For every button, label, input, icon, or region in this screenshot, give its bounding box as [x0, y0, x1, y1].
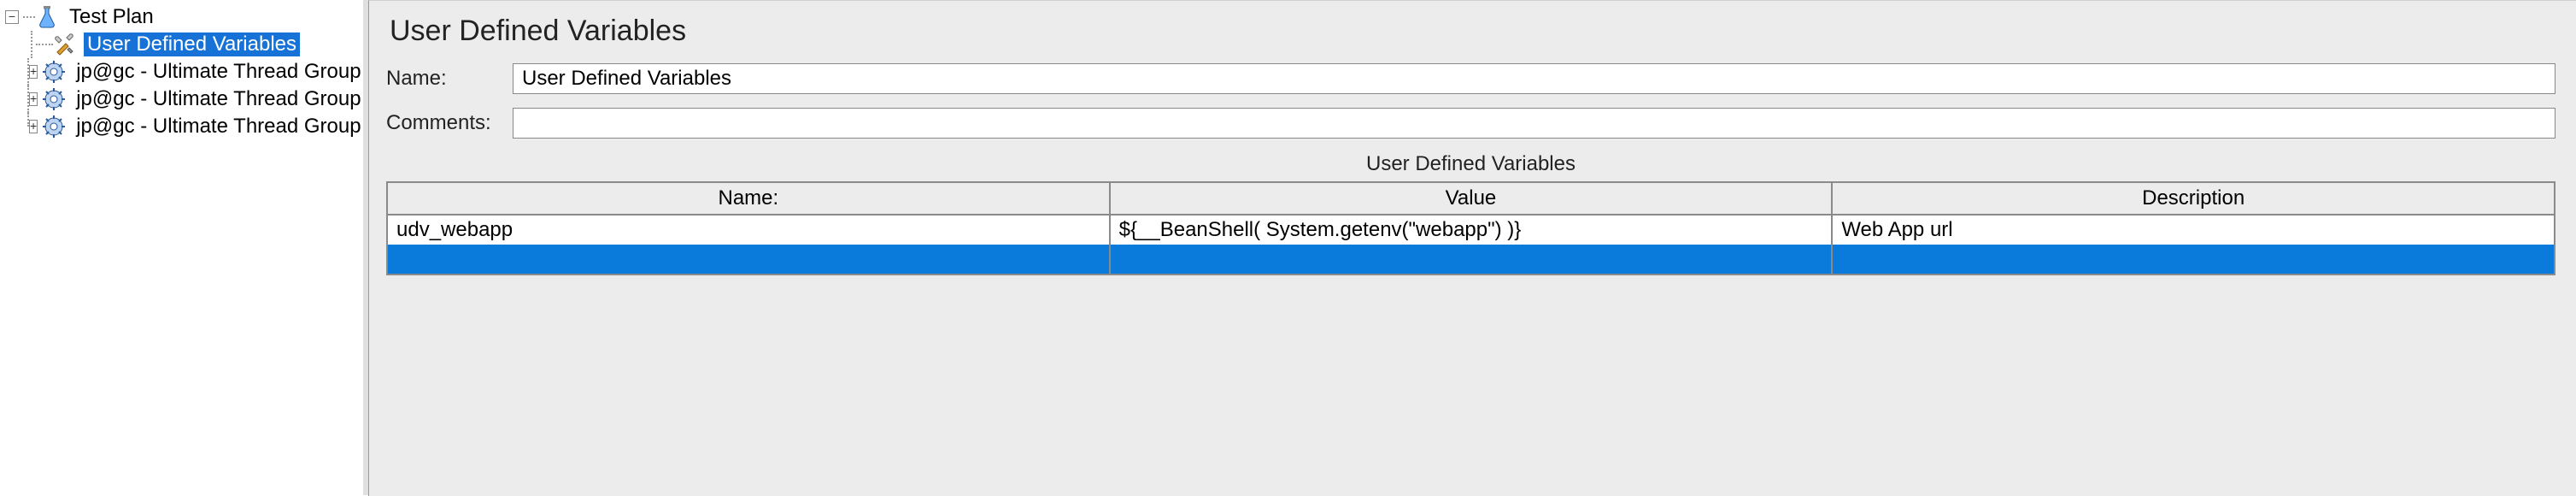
tree-row-root[interactable]: − Test Plan: [0, 3, 363, 31]
cell-description[interactable]: Web App url: [1832, 215, 2555, 245]
tools-icon: [53, 32, 77, 56]
page-title: User Defined Variables: [390, 15, 2555, 48]
tree-item-label: User Defined Variables: [84, 32, 300, 56]
expander-plus[interactable]: +: [29, 120, 38, 133]
plus-glyph: +: [30, 92, 37, 104]
name-row: Name:: [386, 63, 2555, 94]
flask-icon: [35, 5, 59, 29]
table-header-row: Name: Value Description: [387, 182, 2555, 215]
table-title: User Defined Variables: [386, 152, 2555, 176]
expander-minus[interactable]: −: [5, 10, 19, 24]
tree-item-label: jp@gc - Ultimate Thread Group: [73, 60, 364, 84]
comments-input[interactable]: [513, 108, 2555, 139]
plus-glyph: +: [30, 65, 37, 77]
tree-item-label: jp@gc - Ultimate Thread Group: [73, 115, 364, 139]
tree-row-item[interactable]: + jp@gc - Ultimate Thread Group: [0, 58, 363, 86]
tree-root-label: Test Plan: [66, 5, 157, 29]
gear-icon: [42, 115, 66, 139]
comments-row: Comments:: [386, 108, 2555, 139]
detail-pane: User Defined Variables Name: Comments: U…: [368, 0, 2576, 496]
expander-plus[interactable]: +: [29, 65, 38, 79]
tree-item-label: jp@gc - Ultimate Thread Group: [73, 87, 364, 111]
tree-connector: [36, 44, 53, 45]
cell-name[interactable]: [387, 245, 1110, 275]
minus-glyph: −: [9, 10, 15, 22]
gear-icon: [42, 87, 66, 111]
cell-name[interactable]: udv_webapp: [387, 215, 1110, 245]
name-label: Name:: [386, 67, 513, 91]
tree-connector: [23, 16, 35, 18]
detail-inner: User Defined Variables Name: Comments: U…: [369, 1, 2576, 327]
tree-row-item[interactable]: User Defined Variables: [0, 31, 363, 58]
tree-row-item[interactable]: + jp@gc - Ultimate Thread Group: [0, 113, 363, 140]
variables-table: Name: Value Description udv_webapp ${__B…: [386, 181, 2555, 275]
name-input[interactable]: [513, 63, 2555, 94]
gear-icon: [42, 60, 66, 84]
cell-value[interactable]: [1110, 245, 1833, 275]
plus-glyph: +: [30, 120, 37, 132]
table-row[interactable]: udv_webapp ${__BeanShell( System.getenv(…: [387, 215, 2555, 245]
cell-description[interactable]: [1832, 245, 2555, 275]
tree-pane: − Test Plan User Defined Variables: [0, 0, 368, 495]
tree-row-item[interactable]: + jp@gc - Ultimate Thread Group: [0, 86, 363, 113]
tree-connector: [19, 86, 29, 113]
tree: − Test Plan User Defined Variables: [0, 0, 363, 140]
col-value[interactable]: Value: [1110, 182, 1833, 215]
col-name[interactable]: Name:: [387, 182, 1110, 215]
tree-connector: [19, 58, 29, 86]
table-empty-area: [386, 275, 2555, 327]
app-root: − Test Plan User Defined Variables: [0, 0, 2576, 495]
comments-label: Comments:: [386, 111, 513, 135]
cell-value[interactable]: ${__BeanShell( System.getenv("webapp") )…: [1110, 215, 1833, 245]
col-description[interactable]: Description: [1832, 182, 2555, 215]
expander-plus[interactable]: +: [29, 92, 38, 106]
table-row-selected-blank[interactable]: [387, 245, 2555, 275]
tree-connector: [19, 31, 36, 58]
